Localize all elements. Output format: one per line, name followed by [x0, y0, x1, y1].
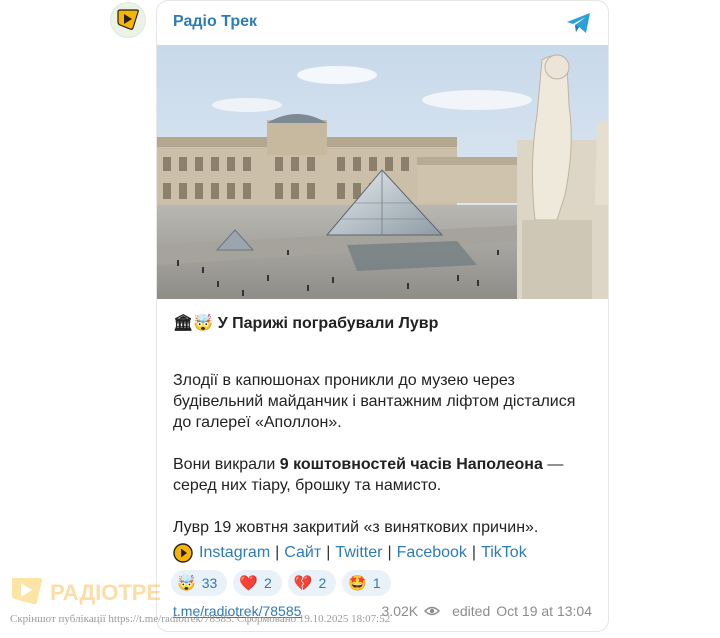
- reaction-star-struck[interactable]: 🤩 1: [342, 570, 391, 596]
- channel-post-card: Радіо Трек 🏛🤯 У Парижі пограбували Лувр …: [156, 0, 609, 632]
- radio-trek-logo-icon: [117, 9, 139, 30]
- reaction-mind-blown[interactable]: 🤯 33: [171, 570, 228, 596]
- watermark-caption: Скріншот публікації https://t.me/radiotr…: [10, 613, 391, 625]
- heart-emoji-icon: ❤️: [239, 575, 258, 592]
- link-twitter[interactable]: Twitter: [335, 542, 382, 564]
- eye-icon: [424, 606, 441, 616]
- post-title-text: У Парижі пограбували Лувр: [217, 315, 439, 332]
- link-separator: |: [471, 544, 477, 561]
- post-photo[interactable]: [157, 45, 608, 299]
- telegram-icon[interactable]: [566, 11, 592, 35]
- paragraph-2-bold: 9 коштовностей часів Наполеона: [279, 456, 543, 473]
- channel-avatar[interactable]: [110, 2, 146, 38]
- mind-blown-emoji-icon: 🤯: [193, 315, 214, 332]
- reaction-broken-heart[interactable]: 💔 2: [287, 570, 337, 596]
- radio-trek-watermark-logo: РАДІОТРЕК: [12, 578, 160, 605]
- link-instagram[interactable]: Instagram: [199, 542, 270, 564]
- reaction-heart[interactable]: ❤️ 2: [233, 570, 282, 596]
- reaction-count: 2: [263, 575, 272, 591]
- broken-heart-emoji-icon: 💔: [293, 575, 313, 592]
- reaction-count: 2: [318, 575, 327, 591]
- watermark-logo-text: РАДІОТРЕК: [50, 580, 160, 605]
- play-circle-icon: [173, 543, 193, 563]
- museum-emoji-icon: 🏛: [173, 315, 194, 332]
- paragraph-2-start: Вони викрали: [173, 456, 280, 473]
- post-paragraph-2: Вони викрали 9 коштовностей часів Наполе…: [173, 454, 593, 496]
- mind-blown-emoji-icon: 🤯: [177, 575, 196, 592]
- post-paragraph-1: Злодії в капюшонах проникли до музею чер…: [173, 372, 576, 431]
- link-separator: |: [275, 544, 280, 561]
- link-separator: |: [387, 544, 392, 561]
- post-meta: 3.02K edited Oct 19 at 13:04: [382, 603, 592, 619]
- star-struck-emoji-icon: 🤩: [348, 575, 367, 592]
- link-tiktok[interactable]: TikTok: [481, 542, 527, 564]
- post-paragraph-3: Лувр 19 жовтня закритий «з виняткових пр…: [173, 519, 539, 536]
- post-title: 🏛🤯 У Парижі пограбували Лувр: [173, 313, 593, 334]
- social-links: Instagram | Сайт | Twitter | Facebook | …: [173, 542, 527, 564]
- post-date: Oct 19 at 13:04: [496, 603, 592, 619]
- edited-label: edited: [452, 603, 491, 619]
- channel-name[interactable]: Радіо Трек: [173, 13, 257, 31]
- reaction-count: 33: [201, 575, 218, 591]
- link-facebook[interactable]: Facebook: [397, 542, 467, 564]
- link-site[interactable]: Сайт: [284, 542, 321, 564]
- reactions-bar: 🤯 33 ❤️ 2 💔 2 🤩 1: [171, 570, 391, 596]
- link-separator: |: [326, 544, 331, 561]
- reaction-count: 1: [372, 575, 381, 591]
